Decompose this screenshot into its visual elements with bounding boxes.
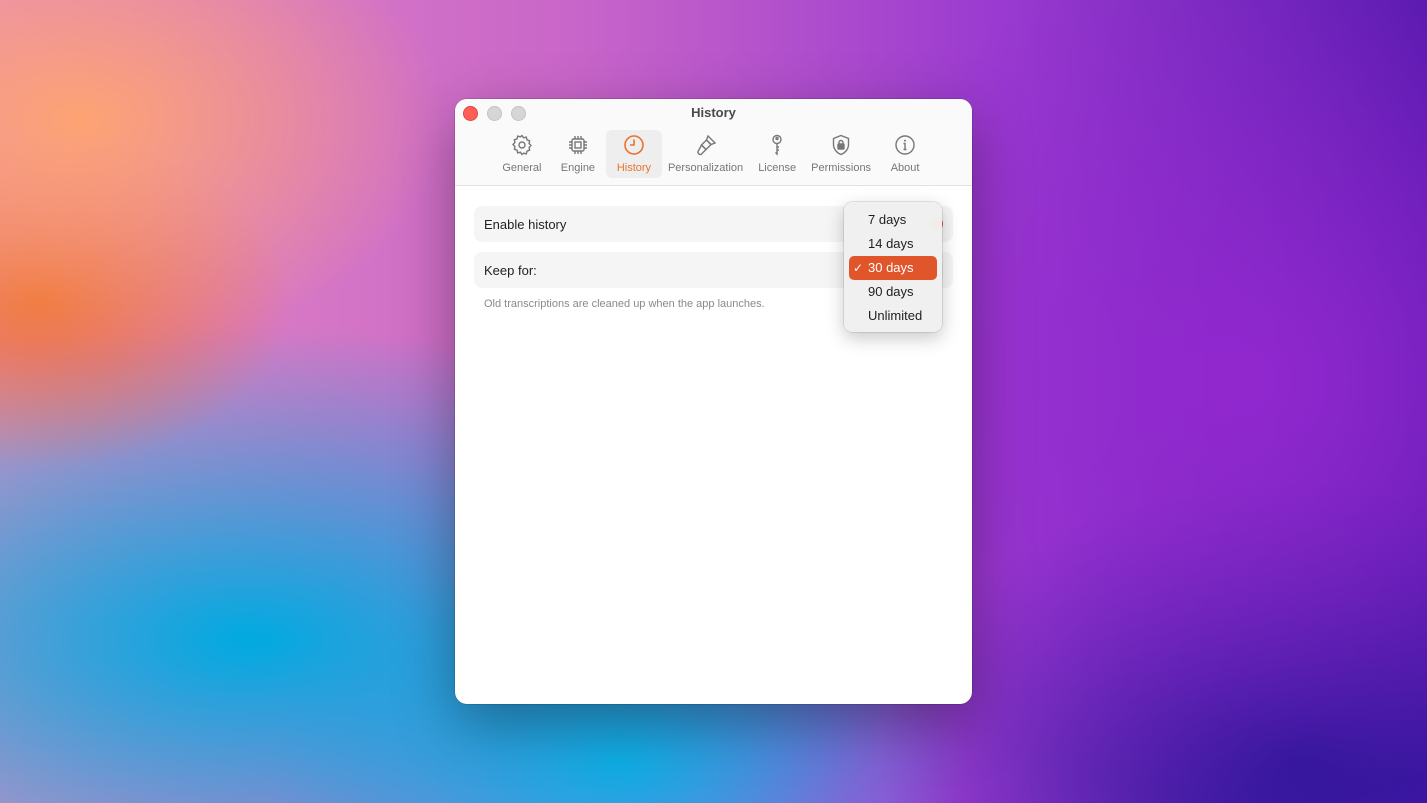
tab-about[interactable]: About <box>877 130 933 178</box>
settings-window: History General Engine History Personali… <box>455 99 972 704</box>
preferences-toolbar: General Engine History Personalization L… <box>455 130 972 178</box>
titlebar: History General Engine History Personali… <box>455 99 972 186</box>
gear-icon <box>511 134 532 156</box>
clock-icon <box>624 135 644 155</box>
window-title: History <box>691 105 736 120</box>
tab-label: Engine <box>560 162 596 174</box>
chip-icon <box>568 136 587 154</box>
tab-permissions[interactable]: Permissions <box>805 130 877 178</box>
tab-personalization[interactable]: Personalization <box>662 130 749 178</box>
enable-history-label: Enable history <box>484 216 567 232</box>
tab-label: General <box>502 162 542 174</box>
tab-general[interactable]: General <box>494 130 550 178</box>
dropdown-option-30-days[interactable]: ✓ 30 days <box>849 256 937 280</box>
dropdown-option-14-days[interactable]: 14 days <box>849 232 937 256</box>
tab-label: History <box>616 162 652 174</box>
tab-label: License <box>758 162 797 174</box>
key-icon <box>772 134 782 156</box>
keep-for-dropdown-menu: 7 days 14 days ✓ 30 days 90 days Unlimit… <box>844 202 942 332</box>
keep-for-label: Keep for: <box>484 262 537 278</box>
tab-label: Personalization <box>667 162 744 174</box>
dropdown-option-unlimited[interactable]: Unlimited <box>849 304 937 328</box>
checkmark-icon: ✓ <box>853 261 864 275</box>
dropdown-option-7-days[interactable]: 7 days <box>849 208 937 232</box>
tab-history[interactable]: History <box>605 130 662 178</box>
tab-label: About <box>890 162 920 174</box>
tab-license[interactable]: License <box>749 130 805 178</box>
tab-label: Permissions <box>811 162 872 174</box>
lock-shield-icon <box>832 134 850 156</box>
brush-icon <box>696 134 716 156</box>
tab-engine[interactable]: Engine <box>550 130 606 178</box>
dropdown-option-90-days[interactable]: 90 days <box>849 280 937 304</box>
info-icon <box>895 135 915 155</box>
